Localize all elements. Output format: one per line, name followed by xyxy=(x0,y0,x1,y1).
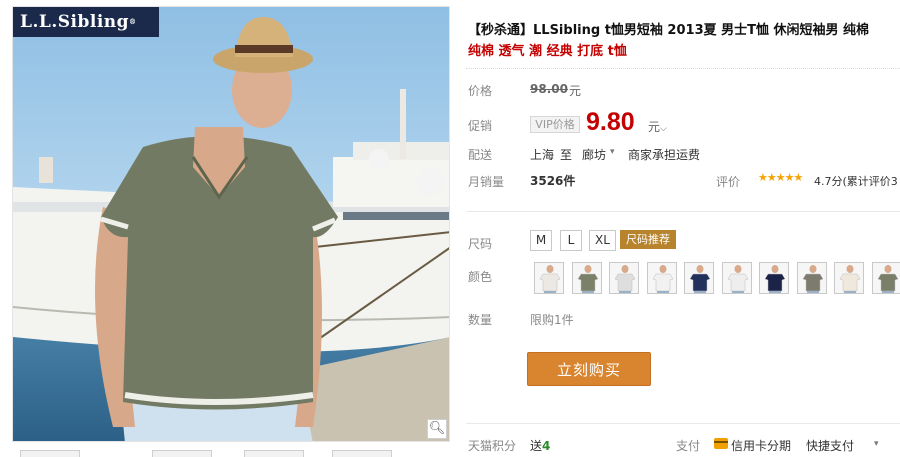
size-option-l[interactable]: L xyxy=(560,230,582,251)
tmall-points-label: 天猫积分 xyxy=(468,439,517,453)
tshirt-thumbnail-icon xyxy=(685,263,713,293)
payment-label: 支付 xyxy=(676,439,701,453)
product-main-image[interactable]: L.L.Sibling® 🔍︎ xyxy=(12,6,450,442)
magnifier-icon[interactable]: 🔍︎ xyxy=(427,419,447,439)
credit-card-installment[interactable]: 信用卡分期 xyxy=(731,437,791,454)
promo-label: 促销 xyxy=(468,119,493,133)
color-swatch[interactable] xyxy=(834,262,864,294)
thumbnail[interactable] xyxy=(152,450,212,457)
buy-now-button[interactable]: 立刻购买 xyxy=(527,352,651,386)
color-swatch[interactable] xyxy=(759,262,789,294)
tmall-points-value: 送4 xyxy=(530,439,551,453)
color-label: 颜色 xyxy=(468,270,493,284)
tshirt-thumbnail-icon xyxy=(610,263,638,293)
divider xyxy=(466,423,900,424)
color-swatch[interactable] xyxy=(609,262,639,294)
tshirt-thumbnail-icon xyxy=(572,263,601,293)
chevron-down-icon: ⌵ xyxy=(660,124,667,134)
thumbnail-strip xyxy=(12,450,450,457)
tshirt-thumbnail-icon xyxy=(835,263,863,293)
color-swatch[interactable] xyxy=(721,262,752,294)
size-option-m[interactable]: M xyxy=(530,230,552,251)
price-label: 价格 xyxy=(468,84,493,98)
divider xyxy=(466,68,900,69)
promo-price: 9.80 xyxy=(586,108,635,136)
tshirt-thumbnail-icon xyxy=(872,263,900,293)
tshirt-thumbnail-icon xyxy=(760,263,788,293)
tshirt-thumbnail-icon xyxy=(535,263,563,293)
size-option-xl[interactable]: XL xyxy=(589,230,616,251)
product-title: 【秒杀通】LLSibling t恤男短袖 2013夏 男士T恤 休闲短袖男 纯棉 xyxy=(468,23,870,38)
color-swatch[interactable] xyxy=(684,262,714,294)
rating-score-link[interactable]: 4.7分(累计评价3 xyxy=(814,173,898,189)
color-swatch[interactable] xyxy=(646,262,677,294)
rating-label: 评价 xyxy=(716,175,741,189)
tshirt-thumbnail-icon xyxy=(647,263,676,293)
thumbnail[interactable] xyxy=(20,450,80,457)
credit-card-icon xyxy=(714,438,728,449)
product-photo xyxy=(13,7,449,441)
product-info-panel: 【秒杀通】LLSibling t恤男短袖 2013夏 男士T恤 休闲短袖男 纯棉… xyxy=(458,0,900,457)
thumbnail[interactable] xyxy=(244,450,304,457)
color-swatch[interactable] xyxy=(534,262,564,294)
quantity-label: 数量 xyxy=(468,313,493,327)
star-rating-icon: ★★★★★ xyxy=(758,171,803,184)
size-recommend-button[interactable]: 尺码推荐 xyxy=(620,230,676,249)
size-label: 尺码 xyxy=(468,237,493,251)
color-swatch[interactable] xyxy=(796,262,827,294)
ship-city-select[interactable]: 廊坊 xyxy=(582,146,606,163)
ship-to-word: 至 xyxy=(560,148,573,162)
shipping-label: 配送 xyxy=(468,148,493,162)
original-price-unit: 元 xyxy=(569,84,582,98)
monthly-sales-label: 月销量 xyxy=(468,175,505,189)
ship-from: 上海 xyxy=(530,148,555,162)
chevron-down-icon[interactable]: ▾ xyxy=(874,439,879,449)
brand-logo: L.L.Sibling® xyxy=(13,7,159,37)
promo-price-unit[interactable]: 元⌵ xyxy=(648,118,667,135)
original-price: 98.00 xyxy=(530,82,568,96)
purchase-limit: 限购1件 xyxy=(530,313,574,327)
vip-price-tag: VIP价格 xyxy=(530,116,580,133)
tshirt-thumbnail-icon xyxy=(722,263,751,293)
tshirt-thumbnail-icon xyxy=(797,263,826,293)
chevron-down-icon[interactable]: ▾ xyxy=(610,147,615,157)
color-swatch[interactable] xyxy=(871,262,900,294)
monthly-sales-count: 3526件 xyxy=(530,174,576,188)
thumbnail[interactable] xyxy=(332,450,392,457)
product-subtitle: 纯棉 透气 潮 经典 打底 t恤 xyxy=(468,44,627,59)
quick-pay[interactable]: 快捷支付 xyxy=(806,437,854,454)
divider xyxy=(466,211,900,212)
shipping-fee: 商家承担运费 xyxy=(628,148,701,162)
color-swatch[interactable] xyxy=(571,262,602,294)
